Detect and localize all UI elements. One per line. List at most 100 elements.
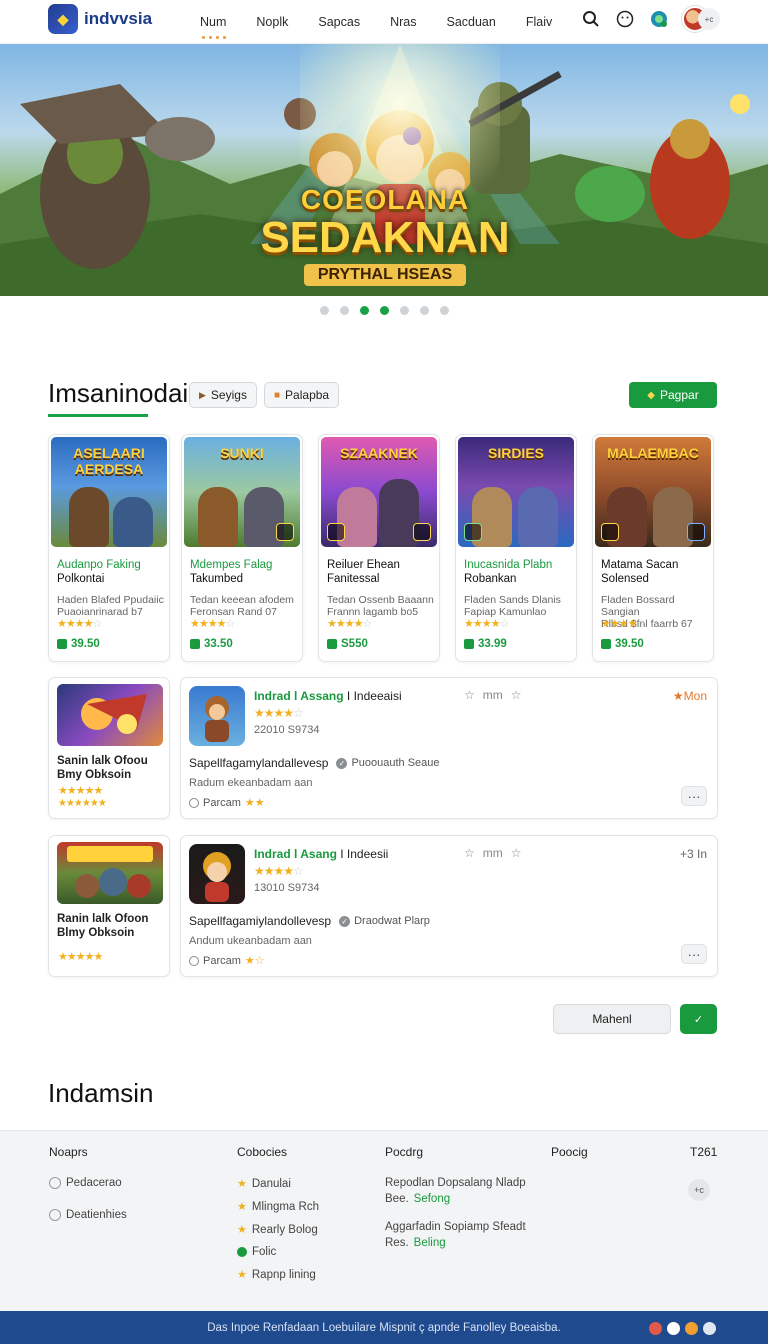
footer-link[interactable]: ★ Rearly Bolog [237, 1223, 319, 1237]
card-title-line2: Takumbed [190, 573, 244, 585]
footer-column-4: Poocig [551, 1145, 588, 1177]
footer-link[interactable]: Folic [237, 1246, 319, 1258]
card-rating: ★★★★☆ [57, 617, 102, 630]
nav-item-3[interactable]: Sapcas [318, 15, 360, 29]
social-icon-4[interactable] [703, 1322, 716, 1335]
verified-icon: ✓ [336, 757, 348, 769]
game-list-row[interactable]: Indrad l Assang I Indeeaisi ★★★★☆ 22010 … [180, 677, 718, 819]
more-options-button[interactable]: ··· [681, 944, 707, 964]
card-title: Matama Sacan Solensed [601, 558, 709, 586]
card-rating: ★★★★☆ [327, 617, 372, 630]
card-title-line1: Reiluer Ehean [327, 559, 400, 571]
game-card[interactable]: MALAEMBAC Matama Sacan Solensed Fladen Bo… [592, 434, 714, 662]
game-card[interactable]: ASELAARI AERDESA Audanpo Faking Polkontai… [48, 434, 170, 662]
card-badge-icon [601, 523, 619, 541]
load-more-button[interactable]: Mahenl [553, 1004, 671, 1034]
rating-stars: ★★★★ [464, 618, 500, 630]
game-list-row[interactable]: Indrad l Asang I Indeesii ★★★★☆ 13010 S9… [180, 835, 718, 977]
mini-rating: ★★★★★ [58, 951, 103, 963]
coin-icon [57, 639, 67, 649]
footer-text: Repodlan Dopsalang Nladp [385, 1177, 526, 1189]
nav-item-1[interactable]: Num [200, 15, 227, 39]
coin-icon [327, 639, 337, 649]
row-thumbnail [189, 686, 245, 746]
row-title-green: Indrad l Asang [254, 847, 337, 861]
card-badge-icon [276, 523, 294, 541]
footer-link[interactable]: ★ Rapnp lining [237, 1268, 319, 1282]
option-label: Parcam [203, 954, 241, 967]
footer-link[interactable]: Res. Beling [385, 1237, 526, 1249]
footer-link-label: Sefong [413, 1193, 451, 1205]
filter-chip-2[interactable]: ■ Palapba [264, 382, 340, 408]
flame-icon: ★ [672, 689, 684, 703]
section-action-button[interactable]: ◆ Pagpar [629, 382, 717, 408]
bottom-bar-icons [649, 1322, 716, 1335]
search-icon[interactable] [580, 8, 602, 30]
notification-icon[interactable] [648, 8, 670, 30]
game-card[interactable]: SIRDIES Inucasnida Plabn Robankan Fladen … [455, 434, 577, 662]
card-title: Audanpo Faking Polkontai [57, 558, 165, 586]
card-description: Haden Blafed Ppudaiic Puaoianrinarad b7 [57, 594, 167, 618]
carousel-dot[interactable] [399, 306, 409, 315]
carousel-dot-active[interactable] [379, 306, 389, 315]
card-title-line1: Audanpo Faking [57, 559, 141, 571]
footer-link[interactable]: Pedacerao [49, 1177, 127, 1189]
footer-column-2: Cobocies ★ Danulai ★ Mlingma Rch ★ Rearly B… [237, 1145, 319, 1291]
card-badge-icon [327, 523, 345, 541]
nav-item-2[interactable]: Noplk [256, 15, 288, 29]
rating-empty-star: ☆ [92, 618, 102, 630]
row-option[interactable]: Parcam ★☆ [189, 954, 265, 967]
row-tag: +3 In [679, 847, 707, 861]
option-label: Parcam [203, 796, 241, 809]
bookmark-star-icon[interactable]: ☆ [511, 846, 522, 860]
footer-link[interactable]: ★ Danulai [237, 1177, 319, 1191]
footer-link[interactable]: Bee. Sefong [385, 1193, 526, 1205]
rating-empty-star: ☆ [636, 618, 646, 630]
hero-banner[interactable]: COEOLANA SEDAKNAN PRYTHAL HSEAS [0, 44, 768, 296]
carousel-dot[interactable] [319, 306, 329, 315]
site-logo[interactable]: ◆ indvvsia [48, 4, 152, 34]
carousel-dot-active[interactable] [359, 306, 369, 315]
row-action-label: mm [482, 688, 503, 702]
row-title[interactable]: Indrad l Assang I Indeeaisi [254, 689, 402, 703]
social-icon-2[interactable] [667, 1322, 680, 1335]
favorite-icon[interactable]: ☆ [464, 688, 475, 702]
confirm-button[interactable]: ✓ [680, 1004, 717, 1034]
row-title[interactable]: Indrad l Asang I Indeesii [254, 847, 388, 861]
footer-link-label: Mlingma Rch [251, 1200, 319, 1213]
radio-icon[interactable] [189, 955, 199, 966]
card-badge-icon [687, 523, 705, 541]
rating-stars: ★★★★ [190, 618, 226, 630]
avatar-badge[interactable]: +c [698, 8, 720, 30]
game-card[interactable]: SZAAKNEK Reiluer Ehean Fanitessal Tedan O… [318, 434, 440, 662]
carousel-dot[interactable] [439, 306, 449, 315]
rating-empty-star: ☆ [362, 618, 372, 630]
more-options-button[interactable]: ··· [681, 786, 707, 806]
game-card[interactable]: SUNKI Mdempes Falag Takumbed Tedan keeean… [181, 434, 303, 662]
row-actions: ☆ mm ☆ [464, 688, 522, 702]
footer-link[interactable]: ★ Mlingma Rch [237, 1200, 319, 1214]
mini-game-card[interactable]: Ranin lalk Ofoon Blmy Obksoin ★★★★★ [48, 835, 170, 977]
footer-link[interactable]: Deatienhies [49, 1209, 127, 1221]
card-art-title: SIRDIES [487, 445, 544, 461]
social-icon-3[interactable] [685, 1322, 698, 1335]
hero-subtitle: PRYTHAL HSEAS [303, 264, 467, 286]
bookmark-star-icon[interactable]: ☆ [511, 688, 522, 702]
social-icon-1[interactable] [649, 1322, 662, 1335]
check-label: Draodwat Plarp [354, 915, 430, 927]
nav-item-5[interactable]: Sacduan [446, 15, 495, 29]
mini-game-card[interactable]: Sanin lalk Ofoou Bmy Obksoin ★★★★★ ★★★★★★ [48, 677, 170, 819]
rating-stars: ★★★★ [57, 618, 93, 630]
emoji-icon[interactable] [614, 8, 636, 30]
mini-card-title: Ranin lalk Ofoon Blmy Obksoin [57, 912, 167, 940]
row-option[interactable]: Parcam ★★ [189, 796, 265, 809]
nav-item-4[interactable]: Nras [390, 15, 416, 29]
footer-action-pill[interactable]: +c [688, 1179, 710, 1201]
carousel-dot[interactable] [339, 306, 349, 315]
filter-chip-1[interactable]: ▶ Seyigs [189, 382, 257, 408]
rating-empty-star: ☆ [499, 618, 509, 630]
nav-item-6[interactable]: Flaiv [526, 15, 552, 29]
favorite-icon[interactable]: ☆ [464, 846, 475, 860]
carousel-dot[interactable] [419, 306, 429, 315]
radio-icon[interactable] [189, 797, 199, 808]
